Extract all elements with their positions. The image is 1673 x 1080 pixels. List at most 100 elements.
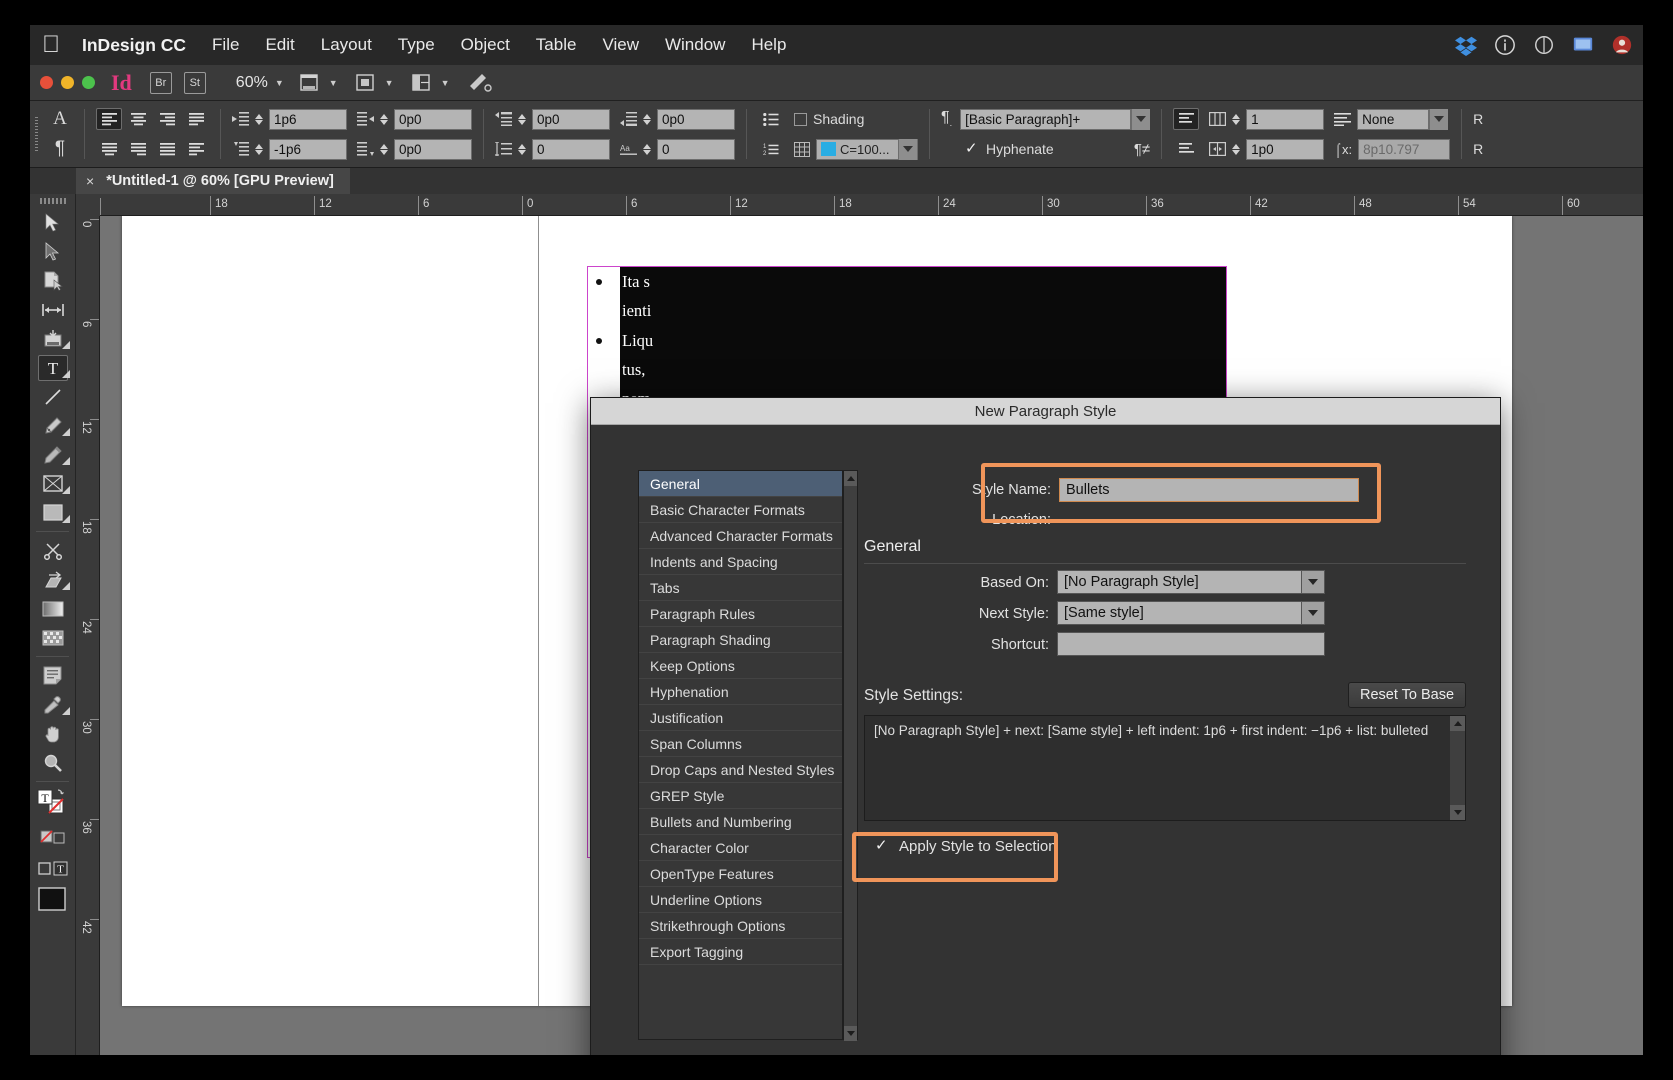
character-formatting-icon[interactable]: A: [47, 108, 73, 130]
workspace-switcher-button[interactable]: [468, 72, 494, 94]
display-icon[interactable]: [1572, 34, 1594, 56]
category-item[interactable]: Indents and Spacing: [639, 549, 842, 575]
paragraph-style-dropdown[interactable]: [Basic Paragraph]+: [960, 108, 1151, 130]
menu-item-edit[interactable]: Edit: [265, 35, 294, 55]
frame-view-button[interactable]: ▼: [355, 73, 394, 93]
category-item[interactable]: Underline Options: [639, 887, 842, 913]
apple-logo-icon[interactable]: : [42, 33, 60, 57]
drop-cap-chars-input[interactable]: 0: [657, 138, 735, 160]
first-line-indent-input[interactable]: -1p6: [269, 138, 347, 160]
menu-item-window[interactable]: Window: [665, 35, 725, 55]
align-bottom-button[interactable]: [1173, 138, 1199, 160]
window-controls[interactable]: [38, 76, 95, 89]
align-left-button[interactable]: [96, 108, 122, 130]
category-item[interactable]: Paragraph Shading: [639, 627, 842, 653]
category-item[interactable]: Hyphenation: [639, 679, 842, 705]
based-on-dropdown[interactable]: [No Paragraph Style]: [1057, 570, 1325, 594]
bulleted-list-button[interactable]: [758, 108, 784, 130]
more-options-icon[interactable]: R: [1473, 111, 1483, 127]
shading-checkbox[interactable]: [794, 112, 807, 126]
drop-cap-lines-stepper[interactable]: [515, 139, 529, 160]
scroll-up-button[interactable]: [844, 471, 857, 486]
screen-mode-button[interactable]: ▼: [300, 73, 338, 93]
no-break-icon[interactable]: ¶≠: [1134, 141, 1150, 158]
object-style-dropdown[interactable]: None: [1357, 108, 1449, 130]
menu-item-help[interactable]: Help: [751, 35, 786, 55]
align-right-button[interactable]: [154, 108, 180, 130]
more-options-icon-2[interactable]: R: [1473, 141, 1483, 157]
right-indent-input[interactable]: 0p0: [394, 108, 472, 130]
apply-style-checkbox[interactable]: [875, 836, 891, 854]
style-settings-box[interactable]: [No Paragraph Style] + next: [Same style…: [864, 715, 1466, 821]
close-window-button[interactable]: [40, 76, 53, 89]
category-item[interactable]: Advanced Character Formats: [639, 523, 842, 549]
category-item[interactable]: Justification: [639, 705, 842, 731]
paragraph-formatting-icon[interactable]: ¶: [47, 138, 73, 160]
scroll-up-button[interactable]: [1450, 716, 1465, 731]
category-item[interactable]: Span Columns: [639, 731, 842, 757]
arrange-documents-button[interactable]: ▼: [411, 73, 450, 93]
menu-item-type[interactable]: Type: [398, 35, 435, 55]
drop-cap-chars-stepper[interactable]: [640, 139, 654, 160]
char-para-toggle[interactable]: A ¶: [42, 101, 78, 167]
first-line-indent-stepper[interactable]: [252, 139, 266, 160]
menu-item-layout[interactable]: Layout: [321, 35, 372, 55]
zoom-level-dropdown[interactable]: 60% ▼: [236, 74, 284, 92]
chevron-down-icon[interactable]: [1301, 601, 1325, 625]
align-center-button[interactable]: [125, 108, 151, 130]
hyphenate-checkbox[interactable]: [965, 139, 978, 157]
chevron-down-icon[interactable]: [1301, 570, 1325, 594]
scroll-down-button[interactable]: [1450, 805, 1465, 820]
document-tab[interactable]: × *Untitled-1 @ 60% [GPU Preview]: [76, 168, 350, 194]
justify-all-button[interactable]: [154, 138, 180, 160]
last-line-indent-stepper[interactable]: [377, 139, 391, 160]
apply-style-to-selection-row[interactable]: Apply Style to Selection: [875, 836, 1057, 856]
shading-color-dropdown[interactable]: C=100...: [816, 138, 918, 160]
columns-input[interactable]: 1: [1246, 108, 1325, 130]
numbered-list-button[interactable]: 12: [758, 138, 784, 160]
space-before-input[interactable]: 0p0: [532, 108, 610, 130]
control-panel-grip[interactable]: [30, 101, 42, 167]
category-item[interactable]: Strikethrough Options: [639, 913, 842, 939]
space-after-input[interactable]: 0p0: [657, 108, 735, 130]
style-name-input[interactable]: Bullets: [1059, 478, 1359, 502]
minimize-window-button[interactable]: [61, 76, 74, 89]
menu-item-table[interactable]: Table: [536, 35, 577, 55]
user-icon[interactable]: [1611, 34, 1633, 56]
category-item[interactable]: Drop Caps and Nested Styles: [639, 757, 842, 783]
paragraph-style-arrow[interactable]: [1131, 108, 1151, 130]
columns-stepper[interactable]: [1229, 109, 1243, 130]
space-after-stepper[interactable]: [640, 109, 654, 130]
drop-cap-lines-input[interactable]: 0: [532, 138, 610, 160]
menu-item-view[interactable]: View: [602, 35, 639, 55]
category-item[interactable]: OpenType Features: [639, 861, 842, 887]
category-item[interactable]: Tabs: [639, 575, 842, 601]
next-style-dropdown[interactable]: [Same style]: [1057, 601, 1325, 625]
category-item[interactable]: Bullets and Numbering: [639, 809, 842, 835]
justify-last-left-button[interactable]: [183, 108, 209, 130]
left-indent-input[interactable]: 1p6: [269, 108, 347, 130]
category-scrollbar[interactable]: [843, 470, 858, 1041]
object-style-arrow[interactable]: [1429, 108, 1449, 130]
style-settings-scrollbar[interactable]: [1450, 716, 1465, 820]
close-icon[interactable]: ×: [86, 173, 94, 189]
left-indent-stepper[interactable]: [252, 109, 266, 130]
category-list[interactable]: General Basic Character Formats Advanced C…: [638, 470, 843, 1040]
gutter-stepper[interactable]: [1229, 139, 1243, 160]
gutter-input[interactable]: 1p0: [1246, 138, 1325, 160]
category-item[interactable]: Basic Character Formats: [639, 497, 842, 523]
x-position-input[interactable]: 8p10.797: [1358, 138, 1451, 160]
info-icon[interactable]: [1494, 34, 1516, 56]
shortcut-input[interactable]: [1057, 632, 1325, 656]
zoom-window-button[interactable]: [82, 76, 95, 89]
reset-to-base-button[interactable]: Reset To Base: [1348, 682, 1466, 708]
category-item[interactable]: Keep Options: [639, 653, 842, 679]
category-item[interactable]: Character Color: [639, 835, 842, 861]
menu-item-object[interactable]: Object: [461, 35, 510, 55]
last-line-indent-input[interactable]: 0p0: [394, 138, 472, 160]
menu-app-name[interactable]: InDesign CC: [82, 35, 186, 56]
control-panel-overflow[interactable]: R R: [1468, 101, 1488, 167]
category-item[interactable]: GREP Style: [639, 783, 842, 809]
justify-last-center-button[interactable]: [96, 138, 122, 160]
align-toward-spine-button[interactable]: [183, 138, 209, 160]
